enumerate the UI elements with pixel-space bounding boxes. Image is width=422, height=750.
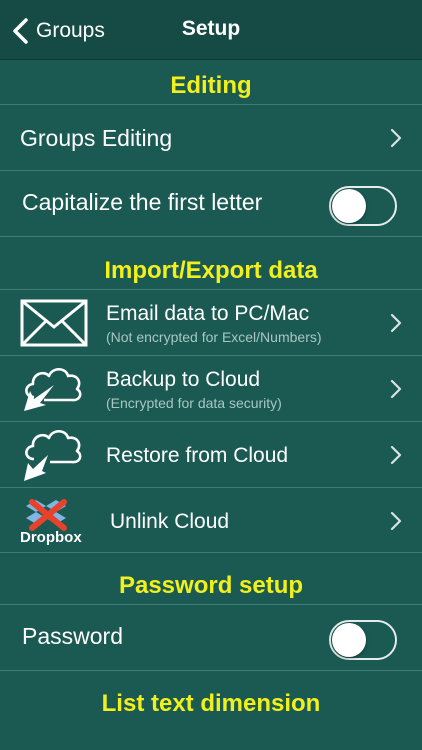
toggle-knob [332,189,366,223]
back-button[interactable]: Groups [10,16,105,46]
row-capitalize: Capitalize the first letter [0,170,422,237]
chevron-right-icon [390,128,402,148]
capitalize-toggle[interactable] [329,186,397,226]
dropbox-unlink-icon: Dropbox [20,499,82,546]
row-email-data[interactable]: Email data to PC/Mac (Not encrypted for … [0,289,422,355]
row-unlink-cloud[interactable]: Dropbox Unlink Cloud [0,487,422,553]
row-label: Restore from Cloud [106,444,289,467]
toggle-knob [332,623,366,657]
envelope-icon [20,299,88,347]
row-label: Unlink Cloud [110,510,230,533]
navigation-bar: Groups Setup [0,0,422,60]
row-label: Password [22,623,123,649]
row-label: Email data to PC/Mac [106,302,310,325]
row-sublabel: (Not encrypted for Excel/Numbers) [106,329,322,345]
cloud-download-icon [24,429,82,481]
cloud-upload-icon [24,367,82,411]
password-toggle[interactable] [329,620,397,660]
section-header-import-export: Import/Export data [104,257,318,284]
row-password: Password [0,604,422,671]
section-header-list-text-dimension: List text dimension [101,690,321,717]
row-label: Capitalize the first letter [22,189,263,215]
row-backup-cloud[interactable]: Backup to Cloud (Encrypted for data secu… [0,355,422,421]
chevron-right-icon [390,379,402,399]
dropbox-icon-text: Dropbox [20,529,82,546]
row-sublabel: (Encrypted for data security) [106,395,282,411]
section-header-editing: Editing [170,72,252,99]
chevron-left-icon [13,18,28,44]
row-restore-cloud[interactable]: Restore from Cloud [0,421,422,487]
row-label: Groups Editing [20,125,173,151]
chevron-right-icon [390,445,402,465]
row-label: Backup to Cloud [106,368,261,391]
chevron-right-icon [390,313,402,333]
section-header-password-setup: Password setup [118,572,304,599]
row-groups-editing[interactable]: Groups Editing [0,104,422,170]
back-button-label: Groups [36,19,105,42]
chevron-right-icon [390,511,402,531]
page-title: Setup [181,17,241,40]
